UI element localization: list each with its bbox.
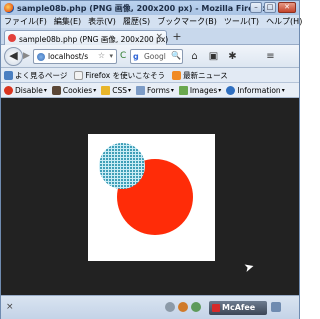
disable-icon: [4, 85, 13, 95]
bookmark-star-icon[interactable]: ☆: [98, 51, 105, 60]
rss-icon: [172, 70, 182, 80]
title-bar: sample08b.php (PNG 画像, 200x200 px) - Moz…: [1, 1, 299, 15]
addon-icon[interactable]: [178, 302, 188, 312]
chevron-down-icon: ▾: [170, 86, 174, 94]
bookmark-getting-started[interactable]: Firefox を使いこなそう: [74, 70, 165, 81]
menu-tools[interactable]: ツール(T): [224, 16, 259, 27]
window-controls: – □ ✕: [250, 2, 296, 13]
bookmark-label: よく見るページ: [15, 70, 68, 80]
tab-close-icon[interactable]: ×: [155, 32, 163, 42]
chevron-down-icon: ▾: [218, 86, 222, 94]
devbar-forms[interactable]: Forms ▾: [136, 85, 174, 95]
globe-icon: [37, 53, 45, 61]
bookmark-label: 最新ニュース: [183, 70, 228, 80]
tools-icon[interactable]: ✱: [225, 49, 240, 64]
bookmark-latest-news[interactable]: 最新ニュース: [172, 70, 228, 81]
addon-icon[interactable]: [165, 302, 175, 312]
mcafee-button[interactable]: McAfee: [209, 301, 267, 315]
status-close-icon[interactable]: ×: [6, 302, 14, 312]
devbar-label: Information: [237, 85, 281, 95]
addon-icon[interactable]: [191, 302, 201, 312]
textured-circle: [99, 143, 145, 189]
devbar-css[interactable]: CSS ▾: [101, 85, 132, 95]
back-button[interactable]: ◀: [4, 47, 23, 66]
menu-bookmarks[interactable]: ブックマーク(B): [157, 16, 217, 27]
search-engine-icon[interactable]: g: [133, 52, 139, 61]
bookmark-label: Firefox を使いこなそう: [85, 70, 166, 80]
bookmark-most-visited[interactable]: よく見るページ: [4, 70, 67, 81]
tab-active[interactable]: sample08b.php (PNG 画像, 200x200 px) ×: [4, 30, 169, 45]
extension-icon[interactable]: ▣: [206, 49, 221, 64]
web-developer-toolbar: Disable ▾ Cookies ▾ CSS ▾ Forms ▾ Images ▾ In…: [1, 83, 299, 98]
search-input[interactable]: g Googl 🔍: [130, 49, 183, 64]
cookie-icon: [51, 85, 61, 95]
close-button[interactable]: ✕: [278, 2, 296, 13]
chevron-down-icon: ▾: [43, 86, 47, 94]
firefox-icon: [4, 3, 14, 13]
mouse-cursor-icon: ➤: [242, 258, 256, 276]
menu-bar: ファイル(F) 編集(E) 表示(V) 履歴(S) ブックマーク(B) ツール(…: [1, 15, 302, 28]
maximize-button[interactable]: □: [264, 2, 276, 13]
png-image: [88, 134, 215, 261]
devbar-label: CSS: [112, 85, 127, 95]
pencil-icon: [101, 85, 111, 95]
devbar-label: Cookies: [62, 85, 93, 95]
navigation-bar: ◀ ▶ localhost/s ☆ ▾ C g Googl 🔍 ⌂ ▣ ✱ ≡: [1, 45, 299, 68]
forms-icon: [136, 85, 146, 95]
mcafee-label: McAfee: [222, 303, 256, 312]
url-text: localhost/s: [48, 52, 89, 61]
home-icon[interactable]: ⌂: [187, 49, 202, 64]
tab-favicon-icon: [8, 34, 16, 42]
search-placeholder: Googl: [144, 52, 166, 61]
search-icon[interactable]: 🔍: [171, 51, 181, 60]
new-tab-button[interactable]: +: [171, 31, 183, 43]
mcafee-shield-icon: [212, 304, 220, 312]
chevron-down-icon: ▾: [128, 86, 132, 94]
forward-button[interactable]: ▶: [23, 51, 33, 62]
devbar-disable[interactable]: Disable ▾: [4, 85, 47, 95]
reload-button[interactable]: C: [120, 51, 126, 61]
devbar-images[interactable]: Images ▾: [178, 85, 222, 95]
menu-help[interactable]: ヘルプ(H): [266, 16, 302, 27]
status-addon-icons: [165, 302, 201, 312]
devbar-label: Forms: [147, 85, 170, 95]
tab-bar: sample08b.php (PNG 画像, 200x200 px) × +: [1, 28, 299, 45]
menu-view[interactable]: 表示(V): [88, 16, 116, 27]
chevron-down-icon: ▾: [281, 86, 285, 94]
devbar-cookies[interactable]: Cookies ▾: [51, 85, 97, 95]
menu-edit[interactable]: 編集(E): [54, 16, 81, 27]
minimize-button[interactable]: –: [250, 2, 262, 13]
devbar-label: Images: [189, 85, 218, 95]
content-viewport: ➤: [1, 98, 299, 295]
star-icon: [4, 70, 13, 80]
bookmarks-toolbar: よく見るページ Firefox を使いこなそう 最新ニュース: [1, 68, 299, 83]
page-icon: [74, 70, 84, 80]
window-title: sample08b.php (PNG 画像, 200x200 px) - Moz…: [17, 4, 268, 13]
resize-grip-icon[interactable]: [271, 302, 281, 312]
info-icon: [226, 85, 236, 95]
status-bar: × McAfee: [1, 295, 299, 319]
devbar-information[interactable]: Information ▾: [226, 85, 285, 95]
image-drawing: [99, 143, 193, 235]
chevron-down-icon: ▾: [93, 86, 97, 94]
menu-file[interactable]: ファイル(F): [4, 16, 47, 27]
devbar-label: Disable: [15, 85, 43, 95]
menu-history[interactable]: 履歴(S): [123, 16, 150, 27]
browser-window: sample08b.php (PNG 画像, 200x200 px) - Moz…: [0, 0, 302, 319]
url-dropdown-icon[interactable]: ▾: [109, 52, 113, 60]
url-bar[interactable]: localhost/s ☆ ▾: [33, 49, 117, 64]
tab-label: sample08b.php (PNG 画像, 200x200 px): [19, 35, 169, 44]
images-icon: [178, 85, 188, 95]
menu-icon[interactable]: ≡: [263, 49, 278, 64]
